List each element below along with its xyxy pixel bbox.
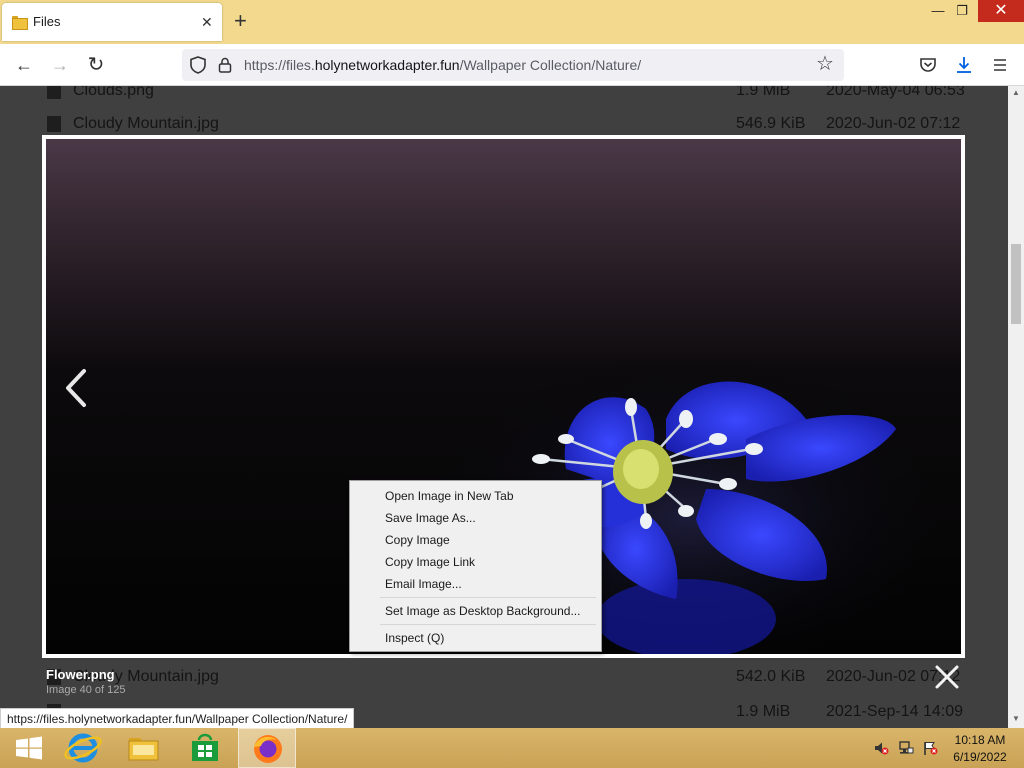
clock-time[interactable]: 10:18 AM	[944, 733, 1016, 747]
url-host: holynetworkadapter.fun	[314, 57, 460, 73]
image-file-icon	[47, 86, 61, 99]
image-counter: Image 40 of 125	[46, 684, 126, 696]
navigation-bar: ← → ↻ https://files.holynetworkadapter.f…	[0, 44, 1024, 86]
shield-icon[interactable]	[190, 56, 206, 74]
close-tab-icon[interactable]: ✕	[201, 15, 213, 29]
scroll-down-icon[interactable]: ▼	[1012, 714, 1020, 723]
page-scrollbar[interactable]: ▲ ▼	[1008, 86, 1024, 728]
url-bar[interactable]: https://files.holynetworkadapter.fun/Wal…	[182, 49, 844, 81]
url-prefix: https://files.	[244, 57, 315, 73]
menu-item-set-desktop-background[interactable]: Set Image as Desktop Background...	[385, 604, 580, 618]
image-file-icon	[47, 116, 61, 132]
previous-image-icon[interactable]	[62, 368, 90, 408]
file-row[interactable]: Clouds.png 1.9 MiB 2020-May-04 06:53	[0, 86, 1008, 108]
status-url-tooltip: https://files.holynetworkadapter.fun/Wal…	[0, 708, 355, 730]
download-icon[interactable]	[954, 55, 974, 75]
window-close-icon[interactable]: ✕	[978, 0, 1024, 22]
file-row[interactable]: Cloudy Mountain.jpg 542.0 KiB 2020-Jun-0…	[0, 660, 1008, 694]
menu-separator	[380, 597, 596, 598]
reload-icon[interactable]: ↻	[86, 55, 106, 75]
file-size: 1.9 MiB	[736, 703, 791, 720]
menu-item-save-image-as[interactable]: Save Image As...	[385, 511, 476, 525]
back-icon[interactable]: ←	[14, 55, 34, 75]
action-center-flag-icon[interactable]	[922, 740, 938, 756]
image-caption: Flower.png	[46, 667, 115, 682]
menu-item-open-image-new-tab[interactable]: Open Image in New Tab	[385, 489, 514, 503]
menu-separator	[380, 624, 596, 625]
menu-item-copy-image[interactable]: Copy Image	[385, 533, 450, 547]
menu-item-inspect[interactable]: Inspect (Q)	[385, 631, 444, 645]
file-name: Clouds.png	[73, 86, 154, 99]
pocket-icon[interactable]	[918, 55, 938, 75]
lock-icon[interactable]	[218, 57, 232, 73]
file-name: Cloudy Mountain.jpg	[73, 115, 219, 132]
menu-item-copy-image-link[interactable]: Copy Image Link	[385, 555, 475, 569]
file-size: 546.9 KiB	[736, 115, 806, 132]
speaker-muted-icon[interactable]	[873, 740, 889, 756]
taskbar	[0, 728, 1024, 768]
internet-explorer-icon[interactable]	[54, 728, 112, 768]
file-date: 2020-May-04 06:53	[826, 86, 965, 99]
tab-strip: Files ✕ + — ❐ ✕	[0, 0, 1024, 44]
clock-date[interactable]: 6/19/2022	[944, 750, 1016, 764]
file-explorer-icon[interactable]	[114, 728, 172, 768]
new-tab-icon[interactable]: +	[234, 10, 247, 32]
url-text[interactable]: https://files.holynetworkadapter.fun/Wal…	[244, 57, 641, 73]
tab-files[interactable]: Files ✕	[2, 3, 222, 41]
firefox-icon	[254, 735, 282, 763]
file-size: 542.0 KiB	[736, 668, 806, 685]
restore-icon[interactable]: ❐	[946, 0, 978, 22]
forward-icon[interactable]: →	[50, 55, 70, 75]
firefox-taskbar-button[interactable]	[238, 728, 296, 768]
file-date: 2020-Jun-02 07:12	[826, 115, 961, 132]
menu-item-email-image[interactable]: Email Image...	[385, 577, 462, 591]
start-icon[interactable]	[0, 728, 58, 768]
store-icon[interactable]	[176, 728, 234, 768]
folder-icon	[12, 16, 28, 30]
bookmark-star-icon[interactable]: ☆	[816, 54, 834, 74]
file-date: 2021-Sep-14 14:09	[826, 703, 963, 720]
url-path: /Wallpaper Collection/Nature/	[459, 57, 642, 73]
scroll-up-icon[interactable]: ▲	[1012, 88, 1020, 97]
lightbox-close-icon[interactable]	[934, 664, 960, 690]
file-size: 1.9 MiB	[736, 86, 791, 99]
hamburger-menu-icon[interactable]	[990, 55, 1010, 75]
network-icon[interactable]	[898, 740, 914, 756]
scrollbar-thumb[interactable]	[1011, 244, 1021, 324]
context-menu: Open Image in New Tab Save Image As... C…	[349, 480, 602, 652]
tab-title: Files	[33, 14, 61, 29]
